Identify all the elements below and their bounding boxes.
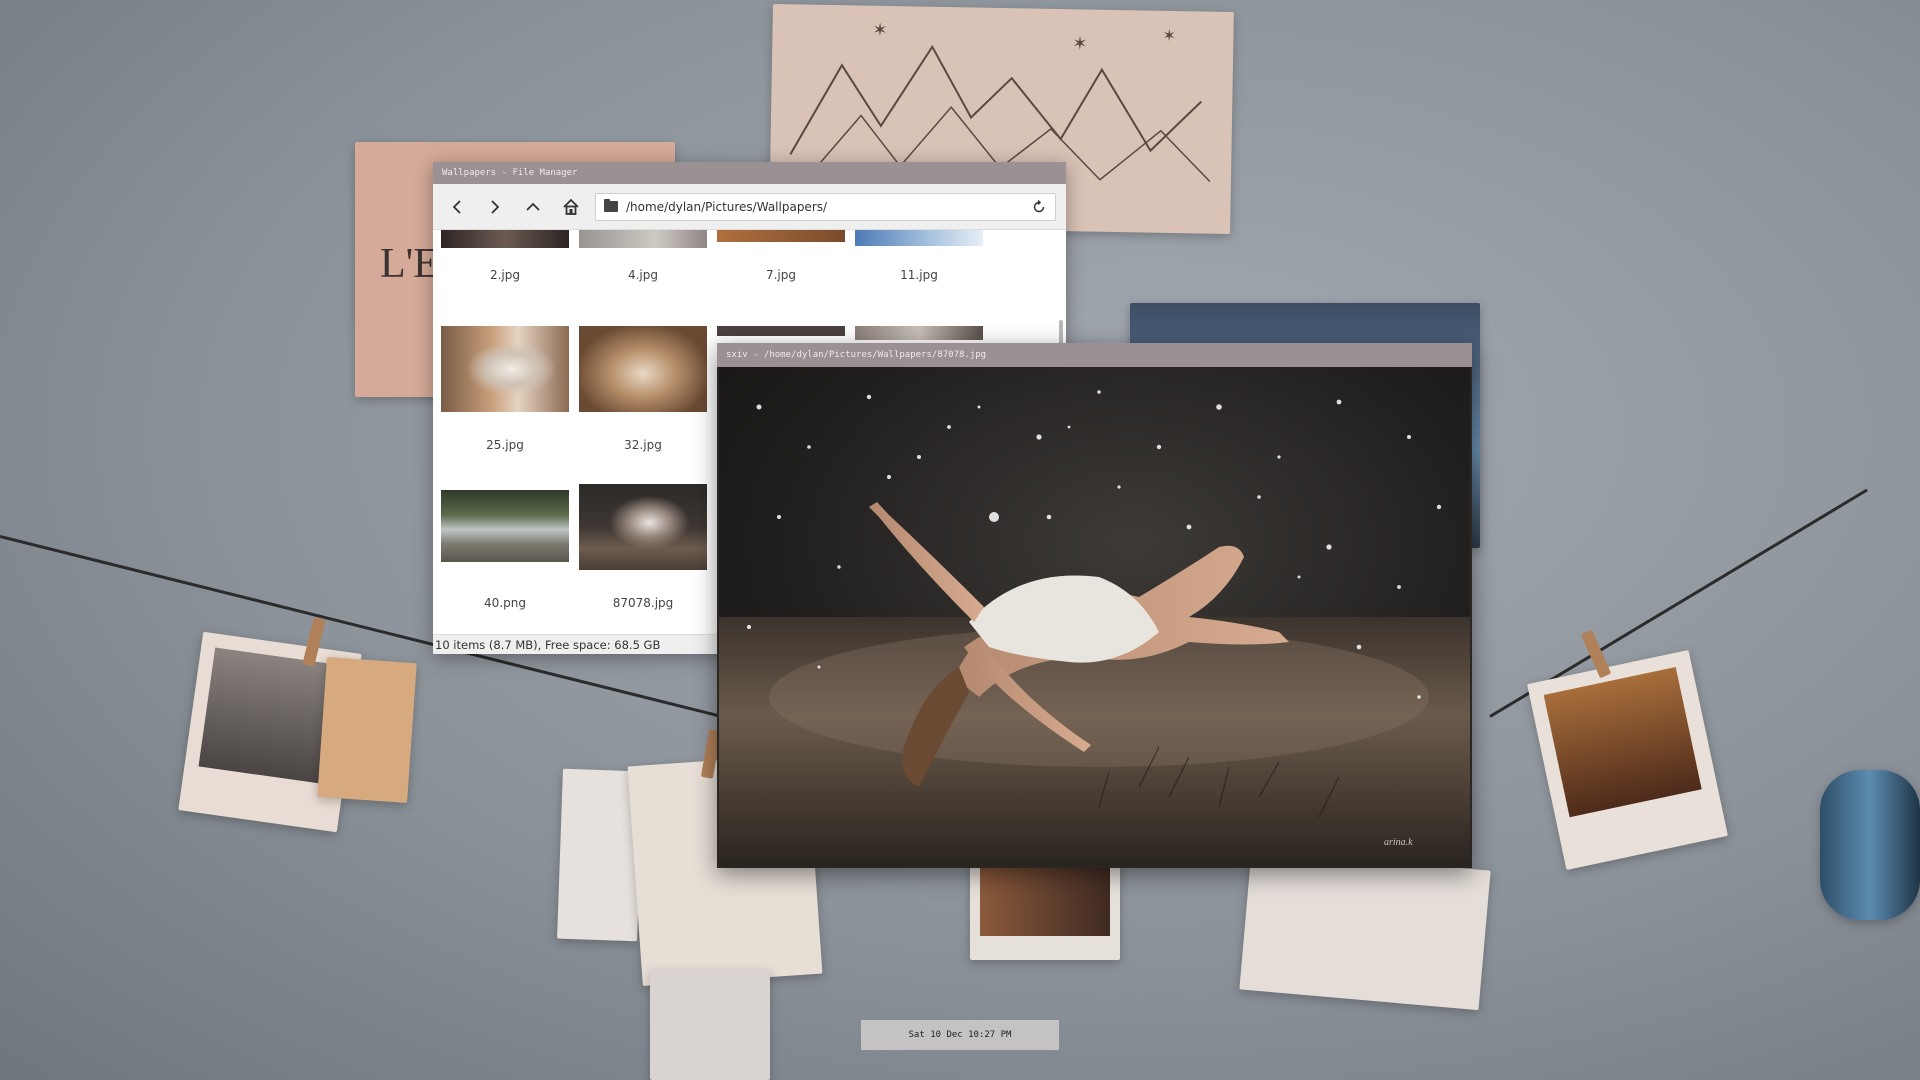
wallpaper-polaroid-right [1527,649,1728,871]
window-title: Wallpapers - File Manager [442,168,578,178]
file-thumbnail [717,230,845,242]
file-name: 4.jpg [627,268,659,282]
back-button[interactable] [443,193,471,221]
wallpaper-small-card [650,970,770,1080]
forward-button[interactable] [481,193,509,221]
file-name: 2.jpg [489,268,521,282]
home-button[interactable] [557,193,585,221]
chevron-up-icon [526,202,540,211]
image-viewer-window[interactable]: sxiv - /home/dylan/Pictures/Wallpapers/8… [717,343,1472,868]
file-thumbnail [441,490,569,562]
file-thumbnail [855,326,983,340]
svg-text:✶: ✶ [1162,26,1176,45]
wallpaper-handwritten-note [317,657,417,803]
clock-bar: Sat 10 Dec 10:27 PM [861,1020,1059,1050]
file-name: 25.jpg [486,438,524,452]
photo-watermark: arina.k [1384,837,1413,848]
home-icon [563,198,579,215]
file-thumbnail [579,230,707,248]
file-name: 87078.jpg [612,596,674,610]
svg-text:✶: ✶ [1072,33,1087,54]
file-name: 32.jpg [624,438,662,452]
file-name: 7.jpg [765,268,797,282]
file-manager-titlebar[interactable]: Wallpapers - File Manager [433,162,1066,184]
file-thumbnail [579,484,707,570]
location-path[interactable]: /home/dylan/Pictures/Wallpapers/ [626,200,1023,214]
location-bar[interactable]: /home/dylan/Pictures/Wallpapers/ [595,192,1056,221]
file-thumbnail [441,230,569,248]
file-thumbnail [441,326,569,412]
file-thumbnail [717,326,845,336]
wallpaper-tape-roll [1820,770,1920,920]
file-thumbnail [579,326,707,412]
file-manager-toolbar: /home/dylan/Pictures/Wallpapers/ [433,184,1066,230]
file-thumbnail [855,230,983,246]
folder-icon [604,199,618,212]
status-text: 10 items (8.7 MB), Free space: 68.5 GB [435,637,661,652]
clock-text: Sat 10 Dec 10:27 PM [908,1030,1012,1040]
up-button[interactable] [519,193,547,221]
file-name: 40.png [484,596,526,610]
chevron-right-icon [491,199,500,214]
reload-icon[interactable] [1031,199,1047,215]
window-title: sxiv - /home/dylan/Pictures/Wallpapers/8… [726,350,987,360]
displayed-image: arina.k [719,367,1470,866]
chevron-left-icon [452,199,461,214]
file-name: 11.jpg [900,268,938,282]
wallpaper-letter-card [1239,849,1491,1011]
svg-text:✶: ✶ [872,20,887,41]
wallpaper-photo-bottom-mid [970,860,1120,960]
image-viewer-titlebar[interactable]: sxiv - /home/dylan/Pictures/Wallpapers/8… [717,343,1472,367]
